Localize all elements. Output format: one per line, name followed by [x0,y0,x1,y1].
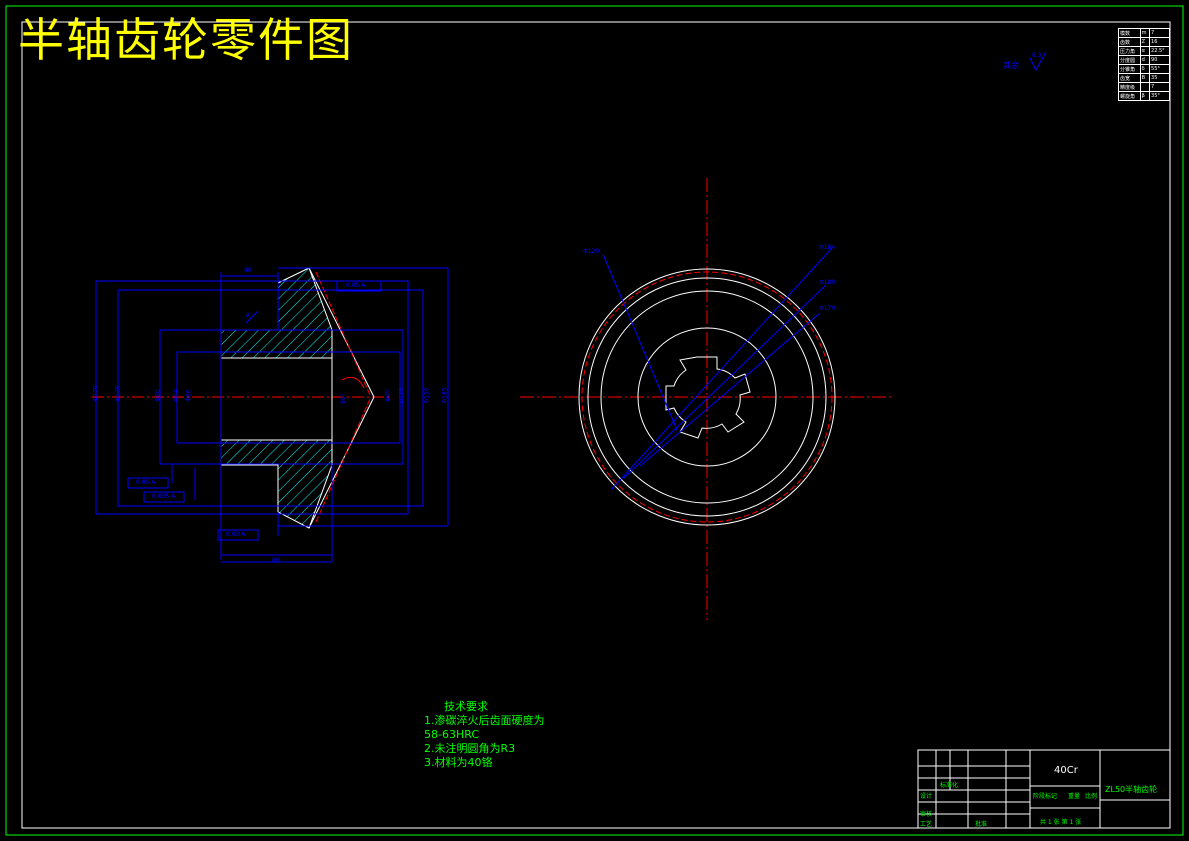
dim-r-mid: Φ180 [819,279,836,286]
table-row: 精度级 7 [1118,82,1170,92]
dim-d9: Φ185 [441,387,449,404]
tb-label-sheet: 共 1 张 第 1 张 [1040,819,1082,826]
tech-item: 3.材料为40铬 [424,756,493,769]
dim-d2: Φ125 [114,385,122,402]
tb-label-approve: 批准 [975,821,988,828]
dim-d1: Φ170 [92,385,100,402]
drawing-title: 半轴齿轮零件图 [18,13,354,67]
dim-r-low: Φ170 [819,305,836,312]
outer-frame [5,5,1184,836]
dim-r-left: Φ120 [583,248,600,255]
part-name: ZL50半轴齿轮 [1105,785,1158,794]
dim-d8: Φ150 [423,387,431,404]
tb-label-scale: 比例 [1085,793,1098,800]
dim-angle: 60° [339,393,347,404]
roughness-value: 6.3 [1032,52,1042,59]
table-row: 分锥角 δ 55° [1118,64,1170,74]
tb-label-review: 审核 [920,811,933,818]
inner-frame [21,21,1171,829]
table-row: 螺旋角 β 35° [1118,91,1170,101]
dim-d7: Φ125 [398,387,406,404]
table-row: 齿宽 B 35 [1118,73,1170,83]
table-row: 压力角 α 22.5° [1118,46,1170,56]
dim-left-bottom: 80 [272,557,280,564]
tech-item: 58-63HRC [424,728,480,741]
tech-item: 2.未注明圆角为R3 [424,742,516,755]
gear-parameter-table: 模数 m 7 齿数 Z 16 压力角 α 22.5° 分度圆 d 90 分锥角 δ 55° 齿宽 B 3… [1118,28,1170,101]
material-label: 40Cr [1054,765,1078,776]
dim-r-top: Φ184 [819,244,836,251]
table-row: 模数 m 7 [1118,28,1170,38]
dim-d5: Φ60 [185,389,193,402]
tb-label-design: 设计 [920,793,933,800]
tb-label-stage: 阶段标记 [1033,793,1058,800]
tech-heading: 技术要求 [444,700,488,713]
tolerance-frame: 0.03 A [226,531,246,538]
section-view [92,267,449,563]
dim-left-top: 40 [244,267,252,274]
dim-d3: Φ80 [154,389,162,402]
roughness-note: 其余 [1003,61,1019,70]
tb-label-standard: 标准化 [940,782,959,789]
dim-d6: Φ85 [384,389,392,402]
dim-d4: Φ54 [172,389,180,402]
table-row: 分度圆 d 90 [1118,55,1170,65]
gear-front-view [520,178,893,620]
drawing-canvas [5,5,1184,836]
tech-item: 1.渗碳淬火后齿面硬度为 [424,714,545,727]
tolerance-frame: 0.05 A [346,282,366,289]
tb-label-weight: 重量 [1068,793,1081,800]
technical-requirements: 技术要求 1.渗碳淬火后齿面硬度为 58-63HRC 2.未注明圆角为R3 3.… [424,700,545,770]
table-row: 齿数 Z 16 [1118,37,1170,47]
tolerance-frame: 0.05 A [136,479,156,486]
tolerance-frame: 0.035 A [152,493,176,500]
tb-label-process: 工艺 [920,821,933,828]
datum-label: A [246,312,251,319]
